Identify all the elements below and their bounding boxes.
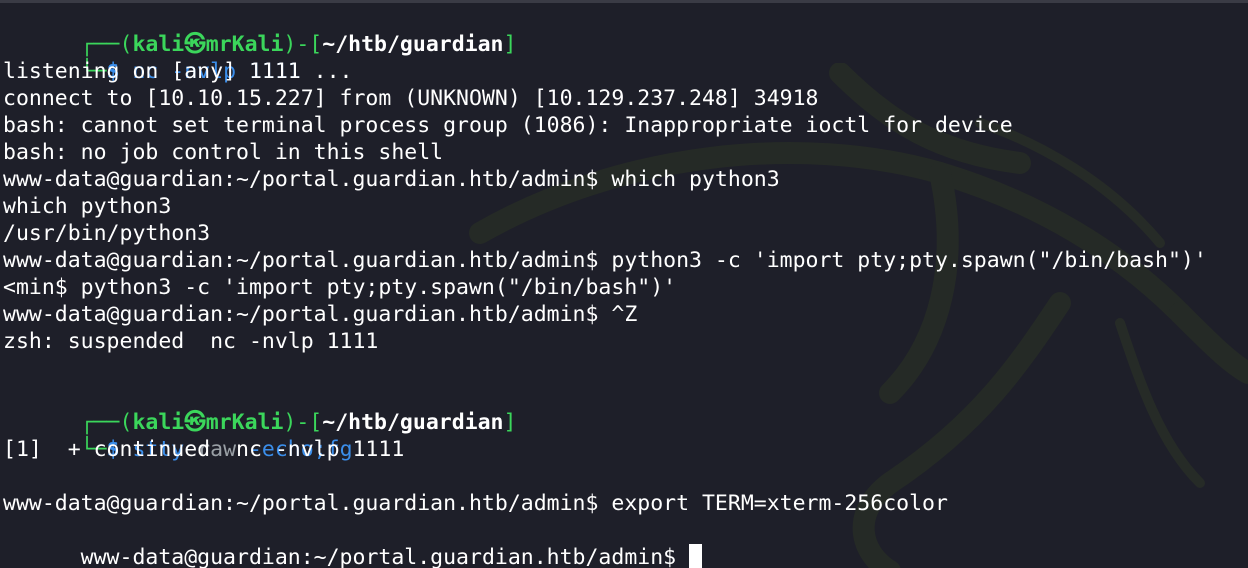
output-line: bash: cannot set terminal process group … <box>3 113 1013 138</box>
output-line: listening on [any] 1111 ... <box>3 59 353 84</box>
output-line: www-data@guardian:~/portal.guardian.htb/… <box>3 491 948 516</box>
output-line: www-data@guardian:~/portal.guardian.htb/… <box>3 302 638 327</box>
prompt-path: ~/htb/guardian <box>322 410 504 435</box>
prompt-frame-mid: )-[ <box>283 410 323 435</box>
kali-dragon-at-icon: ㉿ <box>184 410 206 435</box>
text-cursor[interactable] <box>689 544 703 568</box>
kali-dragon-at-icon: ㉿ <box>184 32 206 57</box>
prompt-host: mrKali <box>205 32 284 57</box>
prompt-frame-mid: )-[ <box>283 32 323 57</box>
prompt-frame-close: ] <box>503 32 517 57</box>
terminal-window[interactable]: ┌──(kali㉿mrKali)-[~/htb/guardian] └─$ nc… <box>0 0 1248 568</box>
output-line: <min$ python3 -c 'import pty;pty.spawn("… <box>3 275 677 300</box>
prompt-user: kali <box>132 32 185 57</box>
active-prompt-line[interactable]: www-data@guardian:~/portal.guardian.htb/… <box>3 517 1248 568</box>
prompt-user: kali <box>132 410 185 435</box>
prompt-frame-top: ┌──( <box>80 410 133 435</box>
output-line: which python3 <box>3 194 172 219</box>
output-line: www-data@guardian:~/portal.guardian.htb/… <box>3 248 1207 273</box>
prompt-host: mrKali <box>205 410 284 435</box>
prompt-frame-top: ┌──( <box>80 32 133 57</box>
output-line: zsh: suspended nc -nvlp 1111 <box>3 329 379 354</box>
shell-prompt: www-data@guardian:~/portal.guardian.htb/… <box>80 545 690 568</box>
prompt-frame-close: ] <box>503 410 517 435</box>
output-line: connect to [10.10.15.227] from (UNKNOWN)… <box>3 86 819 111</box>
output-line: /usr/bin/python3 <box>3 221 211 246</box>
prompt-header-line: ┌──(kali㉿mrKali)-[~/htb/guardian] <box>3 382 1248 435</box>
prompt-path: ~/htb/guardian <box>322 32 504 57</box>
output-line: bash: no job control in this shell <box>3 140 444 165</box>
output-line: [1] + continued nc -nvlp 1111 <box>3 437 405 462</box>
output-line: www-data@guardian:~/portal.guardian.htb/… <box>3 167 780 192</box>
prompt-header-line: ┌──(kali㉿mrKali)-[~/htb/guardian] <box>3 4 1248 57</box>
terminal-output[interactable]: ┌──(kali㉿mrKali)-[~/htb/guardian] └─$ nc… <box>3 4 1248 568</box>
